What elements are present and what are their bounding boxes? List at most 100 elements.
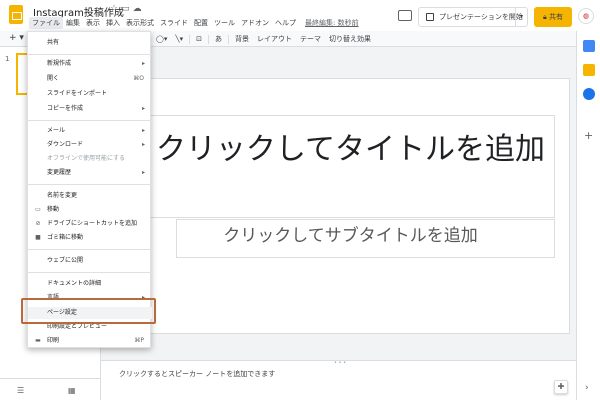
line-icon[interactable]: ╲▾ <box>171 35 187 43</box>
shape-icon[interactable]: ◯▾ <box>152 35 171 43</box>
add-ons-plus-icon[interactable]: + <box>584 129 593 142</box>
collapse-panel-icon[interactable]: › <box>585 383 589 393</box>
menu-item-label: ドキュメントの詳細 <box>47 280 102 287</box>
comment-icon[interactable]: ⊡ <box>192 35 206 43</box>
comment-history-icon[interactable] <box>398 10 412 21</box>
page-setup-highlight-frame <box>21 298 156 324</box>
submenu-arrow-icon: ▸ <box>141 105 145 112</box>
filmstrip-view-controls: ☰ ▦ <box>0 378 101 400</box>
menu-format[interactable]: 表示形式 <box>123 17 157 29</box>
menu-divider <box>28 272 152 273</box>
menu-item-rename[interactable]: 名前を変更 <box>28 190 152 202</box>
menu-item-label: 名前を変更 <box>47 192 78 199</box>
star-icon[interactable]: ☆ <box>110 4 121 14</box>
slides-logo-icon[interactable] <box>9 5 23 24</box>
menu-arrange[interactable]: 配置 <box>191 17 211 29</box>
share-button[interactable]: 🔒︎ 共有 <box>534 7 572 27</box>
menu-item-label: 印刷 <box>47 337 60 344</box>
menu-item-make-copy[interactable]: コピーを作成 ▸ <box>28 103 152 115</box>
submenu-arrow-icon: ▸ <box>141 127 145 134</box>
layout-button[interactable]: レイアウト <box>253 34 296 44</box>
menu-insert[interactable]: 挿入 <box>103 17 123 29</box>
menu-edit[interactable]: 編集 <box>63 17 83 29</box>
avatar[interactable]: ◍ <box>578 8 594 24</box>
menu-addons[interactable]: アドオン <box>238 17 272 29</box>
menu-item-add-shortcut[interactable]: ⊘ ドライブにショートカットを追加 <box>28 218 152 230</box>
menu-bar: ファイル 編集 表示 挿入 表示形式 スライド 配置 ツール アドオン ヘルプ … <box>29 17 359 29</box>
menu-item-move[interactable]: ▭ 移動 <box>28 204 152 216</box>
menu-item-shortcut: ⌘O <box>133 75 144 82</box>
slide-title-placeholder[interactable]: クリックしてタイトルを追加 <box>146 130 555 170</box>
menu-file[interactable]: ファイル <box>29 17 63 29</box>
menu-item-label: ドライブにショートカットを追加 <box>47 220 138 227</box>
menu-divider <box>28 184 152 185</box>
menu-slide[interactable]: スライド <box>157 17 191 29</box>
speaker-notes[interactable]: • • • クリックするとスピーカー ノートを追加できます <box>101 360 576 400</box>
theme-button[interactable]: テーマ <box>296 34 325 44</box>
menu-item-label: 変更履歴 <box>47 169 72 176</box>
menu-item-label: 移動 <box>47 206 60 213</box>
share-label: 共有 <box>548 13 563 21</box>
printer-icon: ▬ <box>35 337 41 344</box>
menu-item-share[interactable]: 共有 <box>28 37 152 49</box>
menu-item-email[interactable]: メール ▸ <box>28 125 152 137</box>
toolbar-divider <box>207 34 209 44</box>
present-dropdown-icon[interactable]: ▾ <box>515 8 527 26</box>
menu-item-import-slides[interactable]: スライドをインポート <box>28 88 152 100</box>
lock-icon: 🔒︎ <box>543 12 547 21</box>
trash-icon: ■ <box>35 234 41 241</box>
new-slide-button[interactable]: + ▾ <box>9 33 24 43</box>
menu-help[interactable]: ヘルプ <box>272 17 299 29</box>
submenu-arrow-icon: ▸ <box>141 60 145 67</box>
menu-item-print[interactable]: ▬ 印刷 ⌘P <box>28 335 152 347</box>
app-header: Instagram投稿作成 ☆▭☁ ファイル 編集 表示 挿入 表示形式 スライ… <box>0 0 600 31</box>
tasks-icon[interactable] <box>583 88 595 100</box>
menu-item-label: 開く <box>47 75 60 82</box>
move-folder-icon[interactable]: ▭ <box>121 4 133 14</box>
present-icon <box>426 13 434 21</box>
menu-item-new[interactable]: 新規作成 ▸ <box>28 58 152 70</box>
menu-item-label: コピーを作成 <box>47 105 84 112</box>
menu-item-document-details[interactable]: ドキュメントの詳細 <box>28 278 152 290</box>
menu-view[interactable]: 表示 <box>83 17 103 29</box>
menu-item-shortcut: ⌘P <box>134 337 144 344</box>
menu-divider <box>28 120 152 121</box>
toolbar-items: ◯▾ ╲▾ ⊡ あ 背景 レイアウト テーマ 切り替え効果 <box>152 33 375 45</box>
menu-item-publish-web[interactable]: ウェブに公開 <box>28 255 152 267</box>
slide-number: 1 <box>5 55 10 63</box>
menu-item-label: 共有 <box>47 39 60 46</box>
explore-icon[interactable]: ✚ <box>554 380 568 394</box>
filmstrip-view-icon[interactable]: ☰ <box>17 386 24 395</box>
background-button[interactable]: 背景 <box>231 34 253 44</box>
keep-icon[interactable] <box>583 64 595 76</box>
last-edit-link[interactable]: 最終編集: 数秒前 <box>305 18 359 28</box>
menu-tools[interactable]: ツール <box>211 17 238 29</box>
menu-item-open[interactable]: 開く ⌘O <box>28 73 152 85</box>
notes-resize-handle[interactable]: • • • <box>334 360 346 366</box>
grid-view-icon[interactable]: ▦ <box>68 386 76 395</box>
menu-item-version-history[interactable]: 変更履歴 ▸ <box>28 167 152 179</box>
calendar-icon[interactable] <box>583 40 595 52</box>
menu-item-trash[interactable]: ■ ゴミ箱に移動 <box>28 232 152 244</box>
present-button[interactable]: プレゼンテーションを開始 ▾ <box>418 7 528 27</box>
slides-app: Instagram投稿作成 ☆▭☁ ファイル 編集 表示 挿入 表示形式 スライ… <box>0 0 600 400</box>
menu-item-label: ゴミ箱に移動 <box>47 234 84 241</box>
menu-divider <box>28 249 152 250</box>
menu-item-make-offline: オフラインで使用可能にする <box>28 153 152 165</box>
text-style-button[interactable]: あ <box>211 34 226 44</box>
side-panel: + › <box>576 31 600 400</box>
speaker-notes-placeholder[interactable]: クリックするとスピーカー ノートを追加できます <box>119 369 275 379</box>
menu-divider <box>28 54 152 55</box>
title-icons: ☆▭☁ <box>110 4 145 14</box>
transition-button[interactable]: 切り替え効果 <box>325 34 375 44</box>
toolbar-divider <box>189 34 191 44</box>
slide-subtitle-placeholder[interactable]: クリックしてサブタイトルを追加 <box>146 225 555 247</box>
menu-item-label: 新規作成 <box>47 60 72 67</box>
cloud-status-icon[interactable]: ☁ <box>133 4 145 14</box>
menu-item-label: スライドをインポート <box>47 90 108 97</box>
submenu-arrow-icon: ▸ <box>141 141 145 148</box>
toolbar-divider <box>227 34 229 44</box>
menu-item-download[interactable]: ダウンロード ▸ <box>28 139 152 151</box>
present-label: プレゼンテーションを開始 <box>439 13 523 21</box>
folder-icon: ▭ <box>35 206 41 213</box>
